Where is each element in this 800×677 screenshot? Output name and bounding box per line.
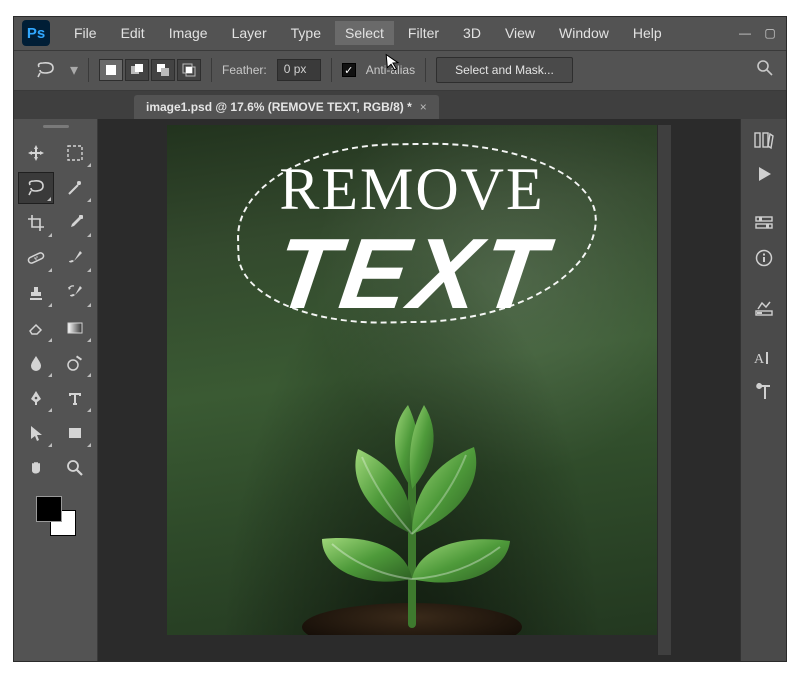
selection-mode-group	[99, 59, 201, 81]
menu-image[interactable]: Image	[159, 21, 218, 45]
magic-wand-tool[interactable]	[57, 172, 93, 204]
search-icon[interactable]	[756, 59, 774, 82]
crop-tool[interactable]	[18, 207, 54, 239]
blur-tool[interactable]	[18, 347, 54, 379]
pen-tool[interactable]	[18, 382, 54, 414]
zoom-tool[interactable]	[57, 452, 93, 484]
menu-bar: Ps File Edit Image Layer Type Select Fil…	[14, 17, 786, 51]
document-tab-title: image1.psd @ 17.6% (REMOVE TEXT, RGB/8) …	[146, 100, 412, 114]
selection-new-button[interactable]	[99, 59, 123, 81]
panel-grip-icon[interactable]	[31, 125, 81, 133]
dodge-tool[interactable]	[57, 347, 93, 379]
feather-input[interactable]: 0 px	[277, 59, 321, 81]
workspace: REMOVE TEXT	[14, 119, 786, 661]
hand-tool[interactable]	[18, 452, 54, 484]
foreground-swatch[interactable]	[36, 496, 62, 522]
eyedropper-tool[interactable]	[57, 207, 93, 239]
menu-layer[interactable]: Layer	[222, 21, 277, 45]
panel-icon-character[interactable]: A	[747, 343, 781, 373]
color-swatches[interactable]	[34, 494, 78, 538]
select-and-mask-button[interactable]: Select and Mask...	[436, 57, 573, 83]
history-brush-tool[interactable]	[57, 277, 93, 309]
brush-tool[interactable]	[57, 242, 93, 274]
app-logo-icon: Ps	[22, 20, 50, 46]
menu-edit[interactable]: Edit	[111, 21, 155, 45]
document-canvas[interactable]: REMOVE TEXT	[167, 125, 657, 635]
menu-select[interactable]: Select	[335, 21, 394, 45]
document-tab-bar: image1.psd @ 17.6% (REMOVE TEXT, RGB/8) …	[14, 91, 786, 119]
svg-text:A: A	[754, 352, 765, 366]
active-tool-preset-icon[interactable]	[32, 58, 60, 82]
type-tool[interactable]	[57, 382, 93, 414]
panel-icon-actions[interactable]	[747, 159, 781, 189]
maximize-button[interactable]: ▢	[758, 23, 782, 43]
gradient-tool[interactable]	[57, 312, 93, 344]
selection-add-button[interactable]	[125, 59, 149, 81]
plant-image	[262, 339, 562, 635]
panel-icon-properties[interactable]	[747, 209, 781, 239]
panel-icon-info[interactable]	[747, 243, 781, 273]
panel-icon-adjustments[interactable]	[747, 293, 781, 323]
window-controls: — ▢	[733, 23, 786, 43]
feather-label: Feather:	[222, 63, 267, 77]
move-tool[interactable]	[18, 137, 54, 169]
cursor-icon	[385, 52, 403, 74]
photoshop-window: Ps File Edit Image Layer Type Select Fil…	[13, 16, 787, 662]
panel-icon-history[interactable]	[747, 125, 781, 155]
menu-3d[interactable]: 3D	[453, 21, 491, 45]
minimize-button[interactable]: —	[733, 23, 757, 43]
right-panel-strip: A	[740, 119, 786, 661]
clone-stamp-tool[interactable]	[18, 277, 54, 309]
menu-type[interactable]: Type	[281, 21, 331, 45]
anti-alias-checkbox[interactable]: ✓	[342, 63, 356, 77]
selection-subtract-button[interactable]	[151, 59, 175, 81]
eraser-tool[interactable]	[18, 312, 54, 344]
panel-icon-paragraph[interactable]	[747, 377, 781, 407]
menu-window[interactable]: Window	[549, 21, 619, 45]
marquee-tool[interactable]	[57, 137, 93, 169]
healing-brush-tool[interactable]	[18, 242, 54, 274]
vertical-scrollbar[interactable]	[657, 125, 671, 655]
menu-help[interactable]: Help	[623, 21, 672, 45]
canvas-text-line1: REMOVE	[167, 155, 657, 224]
canvas-text-line2: TEXT	[167, 217, 657, 332]
menu-view[interactable]: View	[495, 21, 545, 45]
lasso-tool[interactable]	[18, 172, 54, 204]
tools-panel	[14, 119, 98, 661]
menu-file[interactable]: File	[64, 21, 107, 45]
close-tab-icon[interactable]: ×	[420, 100, 427, 114]
selection-intersect-button[interactable]	[177, 59, 201, 81]
canvas-area: REMOVE TEXT	[98, 119, 740, 661]
document-tab[interactable]: image1.psd @ 17.6% (REMOVE TEXT, RGB/8) …	[134, 95, 439, 119]
menu-filter[interactable]: Filter	[398, 21, 449, 45]
path-select-tool[interactable]	[18, 417, 54, 449]
rectangle-tool[interactable]	[57, 417, 93, 449]
